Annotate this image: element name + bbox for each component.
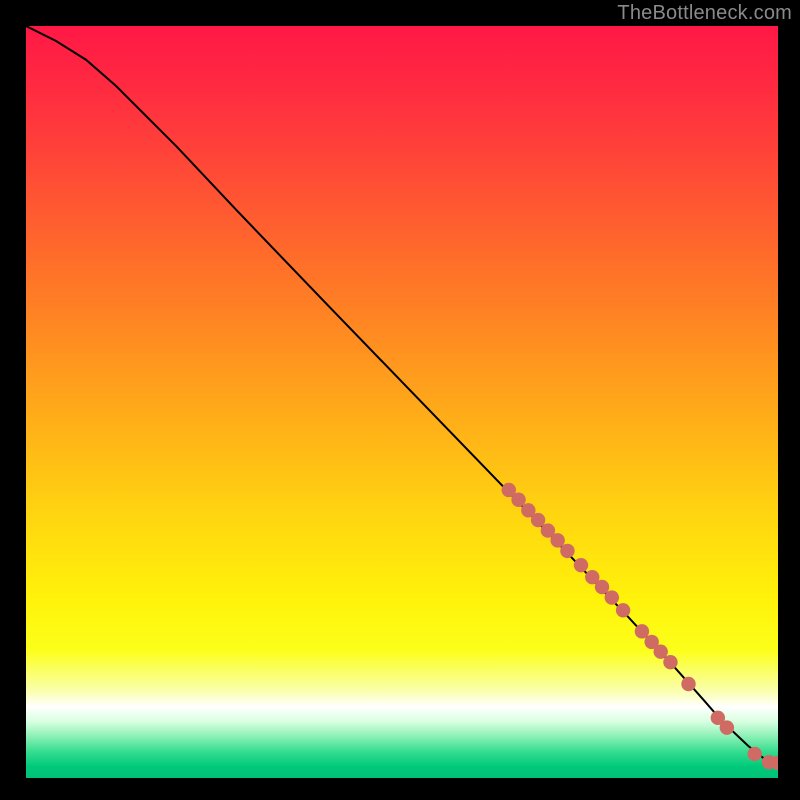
curve-marker [531,513,545,527]
plot-area [26,26,778,778]
curve-marker [550,533,564,547]
curve-marker [663,655,677,669]
curve-marker [747,747,761,761]
curve-marker [635,624,649,638]
attribution-text: TheBottleneck.com [617,2,792,25]
curve-marker [616,603,630,617]
curve-marker [511,493,525,507]
chart-stage: TheBottleneck.com [0,0,800,800]
curve-marker [560,544,574,558]
curve-marker [653,644,667,658]
curve-marker [681,677,695,691]
plot-svg [26,26,778,778]
curve-marker [595,580,609,594]
curve-marker [574,558,588,572]
curve-marker [605,590,619,604]
curve-marker [720,720,734,734]
